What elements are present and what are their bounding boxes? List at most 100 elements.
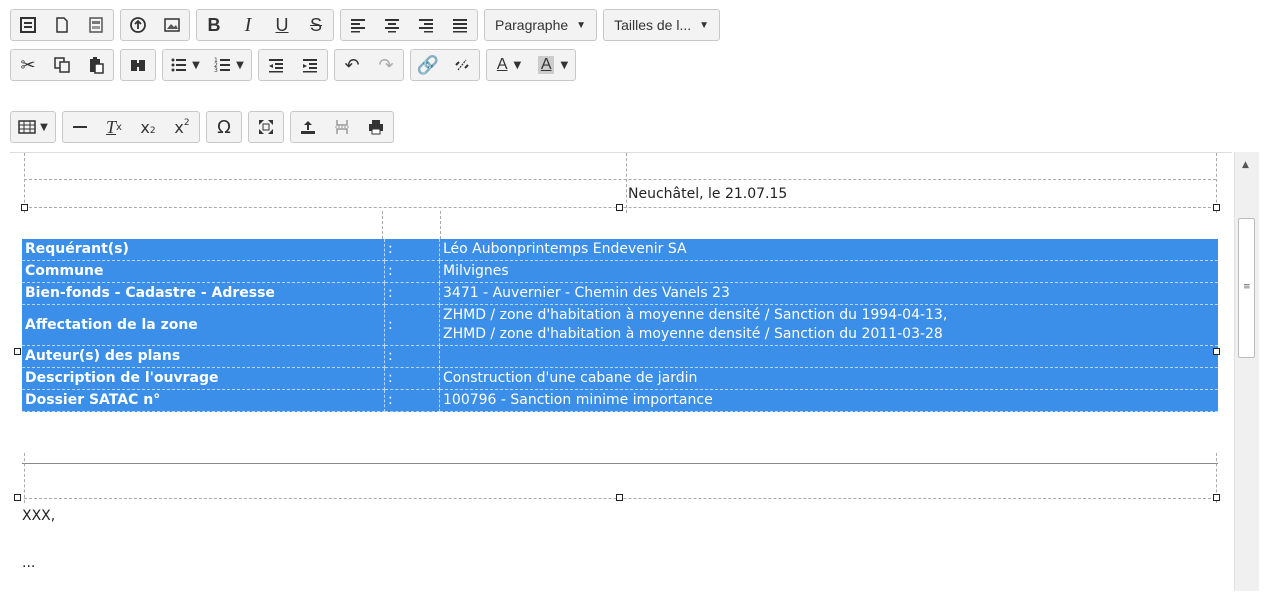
upload-icon[interactable] xyxy=(291,112,325,142)
resize-handle[interactable] xyxy=(14,494,21,501)
table-row: Commune : Milvignes xyxy=(22,260,1218,283)
format-dropdown[interactable]: Paragraphe ▼ xyxy=(484,9,598,41)
upload-circle-icon[interactable] xyxy=(121,10,155,40)
align-right-icon[interactable] xyxy=(409,10,443,40)
table-border xyxy=(440,211,441,239)
unlink-icon[interactable] xyxy=(445,50,479,80)
row-separator: : xyxy=(384,239,440,261)
outdent-icon[interactable] xyxy=(259,50,293,80)
image-icon[interactable] xyxy=(155,10,189,40)
toolbar-row-2: ✂ ▼ 1 2 3 ▼ ↶ ↷ 🔗 A ▼ A ▼ xyxy=(10,48,576,82)
row-value: Milvignes xyxy=(439,260,1218,283)
row-label: Commune xyxy=(22,260,385,283)
new-page-icon[interactable] xyxy=(45,10,79,40)
subscript-icon[interactable]: x2 xyxy=(131,112,165,142)
row-value: 100796 - Sanction minime importance xyxy=(439,389,1218,412)
undo-group: ↶ ↷ xyxy=(334,49,404,81)
size-dropdown-label: Tailles de l... xyxy=(614,17,692,33)
indent-icon[interactable] xyxy=(293,50,327,80)
row-value-line: ZHMD / zone d'habitation à moyenne densi… xyxy=(443,307,948,323)
row-separator: : xyxy=(384,304,440,346)
table-icon[interactable]: ▼ xyxy=(11,112,55,142)
row-separator: : xyxy=(384,389,440,412)
doc-group xyxy=(10,9,114,41)
undo-icon[interactable]: ↶ xyxy=(335,50,369,80)
bulleted-list-icon[interactable]: ▼ xyxy=(163,50,207,80)
align-group xyxy=(340,9,478,41)
table-border xyxy=(626,153,627,213)
link-icon[interactable]: 🔗 xyxy=(411,50,445,80)
resize-handle[interactable] xyxy=(1213,204,1220,211)
scrollbar-thumb[interactable]: ≡ xyxy=(1238,218,1255,358)
size-dropdown[interactable]: Tailles de l... ▼ xyxy=(603,9,721,41)
row-label: Description de l'ouvrage xyxy=(22,367,385,390)
copy-icon[interactable] xyxy=(45,50,79,80)
view-group xyxy=(248,111,284,143)
row-separator: : xyxy=(384,260,440,283)
remove-format-icon[interactable]: Tx xyxy=(97,112,131,142)
cut-icon[interactable]: ✂ xyxy=(11,50,45,80)
resize-handle[interactable] xyxy=(14,348,21,355)
row-value xyxy=(439,345,1218,368)
table-row: Affectation de la zone : ZHMD / zone d'h… xyxy=(22,304,1218,346)
table-border xyxy=(24,453,25,503)
resize-handle[interactable] xyxy=(1213,494,1220,501)
svg-text:3: 3 xyxy=(214,67,218,74)
print-icon[interactable] xyxy=(359,112,393,142)
background-color-icon[interactable]: A ▼ xyxy=(531,50,575,80)
table-row: Bien-fonds - Cadastre - Adresse : 3471 -… xyxy=(22,282,1218,305)
toolbar-row-3: ▼ Tx x2 x2 Ω xyxy=(10,110,394,144)
maximize-icon[interactable] xyxy=(249,112,283,142)
resize-handle[interactable] xyxy=(616,494,623,501)
project-info-table[interactable]: Requérant(s) : Léo Aubonprintemps Endeve… xyxy=(22,239,1218,412)
row-label: Requérant(s) xyxy=(22,239,385,261)
body-paragraph: ... xyxy=(22,555,36,571)
row-separator: : xyxy=(384,345,440,368)
superscript-icon[interactable]: x2 xyxy=(165,112,199,142)
resize-handle[interactable] xyxy=(1213,348,1220,355)
align-left-icon[interactable] xyxy=(341,10,375,40)
underline-icon[interactable]: U xyxy=(265,10,299,40)
table-group: ▼ xyxy=(10,111,56,143)
italic-icon[interactable]: I xyxy=(231,10,265,40)
toolbar-row-1: B I U S Paragraphe ▼ Tailles de l... ▼ xyxy=(10,8,721,42)
editor-content-area[interactable]: Neuchâtel, le 21.07.15 Requérant(s) : Lé… xyxy=(10,152,1232,592)
find-icon[interactable] xyxy=(121,50,155,80)
source-icon[interactable] xyxy=(11,10,45,40)
special-group: Ω xyxy=(206,111,242,143)
chevron-down-icon: ▼ xyxy=(576,19,587,31)
row-value: Construction d'une cabane de jardin xyxy=(439,367,1218,390)
clipboard-group: ✂ xyxy=(10,49,114,81)
align-center-icon[interactable] xyxy=(375,10,409,40)
format-dropdown-label: Paragraphe xyxy=(495,17,569,33)
color-group: A ▼ A ▼ xyxy=(486,49,576,81)
templates-icon[interactable] xyxy=(79,10,113,40)
table-row: Description de l'ouvrage : Construction … xyxy=(22,367,1218,390)
list-group: ▼ 1 2 3 ▼ xyxy=(162,49,252,81)
redo-icon[interactable]: ↷ xyxy=(369,50,403,80)
horizontal-rule-icon[interactable] xyxy=(63,112,97,142)
page-break-icon[interactable] xyxy=(325,112,359,142)
row-label: Bien-fonds - Cadastre - Adresse xyxy=(22,282,385,305)
justify-icon[interactable] xyxy=(443,10,477,40)
link-group: 🔗 xyxy=(410,49,480,81)
date-line: Neuchâtel, le 21.07.15 xyxy=(628,186,788,202)
row-label: Affectation de la zone xyxy=(22,304,385,346)
resize-handle[interactable] xyxy=(21,204,28,211)
bold-icon[interactable]: B xyxy=(197,10,231,40)
insert-group xyxy=(120,9,190,41)
row-separator: : xyxy=(384,282,440,305)
horizontal-rule xyxy=(22,463,1218,464)
resize-handle[interactable] xyxy=(616,204,623,211)
row-label: Auteur(s) des plans xyxy=(22,345,385,368)
paste-icon[interactable] xyxy=(79,50,113,80)
scroll-up-icon[interactable]: ▲ xyxy=(1242,160,1249,170)
strike-icon[interactable]: S xyxy=(299,10,333,40)
chevron-down-icon: ▼ xyxy=(699,19,710,31)
text-color-icon[interactable]: A ▼ xyxy=(487,50,531,80)
row-separator: : xyxy=(384,367,440,390)
vertical-scrollbar[interactable]: ▲ ≡ xyxy=(1234,152,1259,591)
special-char-icon[interactable]: Ω xyxy=(207,112,241,142)
numbered-list-icon[interactable]: 1 2 3 ▼ xyxy=(207,50,251,80)
row-value: ZHMD / zone d'habitation à moyenne densi… xyxy=(439,304,1218,346)
